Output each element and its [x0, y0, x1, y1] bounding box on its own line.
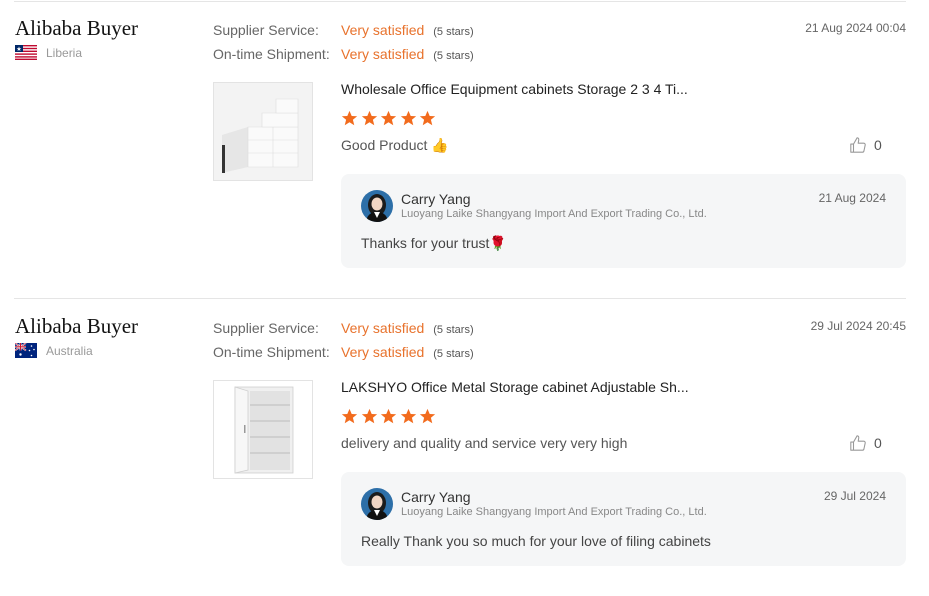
product-title-link[interactable]: LAKSHYO Office Metal Storage cabinet Adj… — [341, 379, 689, 395]
star-icon — [361, 408, 377, 424]
reply-date: 29 Jul 2024 — [823, 489, 886, 503]
review-item: Alibaba Buyer Liberia Supplier Service: … — [0, 0, 929, 298]
australia-flag-icon — [14, 342, 37, 358]
product-thumbnail[interactable] — [213, 82, 313, 181]
buyer-country: Liberia — [15, 45, 82, 60]
rating-stars-text: (5 stars) — [433, 324, 474, 336]
metal-cabinet-image — [214, 381, 312, 478]
star-rating — [341, 408, 439, 425]
rating-label: On-time Shipment: — [213, 344, 330, 360]
rating-value: Very satisfied — [341, 344, 425, 360]
rating-value: Very satisfied — [341, 46, 425, 62]
country-name: Liberia — [46, 45, 83, 60]
rating-label: Supplier Service: — [213, 22, 319, 38]
rating-stars-text: (5 stars) — [433, 348, 474, 360]
star-icon — [400, 110, 416, 126]
like-button[interactable]: 0 — [849, 434, 882, 452]
country-name: Australia — [46, 343, 93, 358]
thumbs-up-icon — [850, 137, 866, 153]
buyer-country: Australia — [14, 342, 93, 358]
product-thumbnail[interactable] — [213, 380, 313, 479]
star-icon — [341, 110, 358, 126]
filing-cabinet-image — [214, 83, 312, 180]
buyer-name: Alibaba Buyer — [15, 314, 139, 338]
seller-name: Carry Yang — [401, 489, 471, 505]
like-count: 0 — [874, 435, 882, 451]
seller-name: Carry Yang — [401, 191, 471, 207]
star-rating — [341, 110, 439, 127]
avatar — [361, 190, 393, 222]
seller-company: Luoyang Laike Shangyang Import And Expor… — [401, 208, 707, 220]
rating-value: Very satisfied — [341, 320, 425, 336]
rating-value: Very satisfied — [341, 22, 425, 38]
product-title-link[interactable]: Wholesale Office Equipment cabinets Stor… — [341, 81, 688, 97]
review-date: 29 Jul 2024 20:45 — [810, 319, 906, 333]
shipment-rating: On-time Shipment: Very satisfied (5 star… — [213, 46, 474, 62]
like-count: 0 — [874, 137, 882, 153]
like-button[interactable]: 0 — [849, 136, 882, 154]
star-icon — [419, 408, 436, 424]
seller-reply: Carry Yang Luoyang Laike Shangyang Impor… — [341, 174, 906, 268]
rating-label: On-time Shipment: — [213, 46, 330, 62]
review-comment: Good Product 👍 — [341, 137, 449, 153]
buyer-name: Alibaba Buyer — [15, 16, 139, 40]
seller-reply: Carry Yang Luoyang Laike Shangyang Impor… — [341, 472, 906, 566]
liberia-flag-icon — [15, 45, 37, 60]
star-icon — [361, 110, 377, 126]
review-date: 21 Aug 2024 00:04 — [805, 21, 906, 35]
review-comment: delivery and quality and service very ve… — [341, 435, 628, 451]
avatar — [361, 488, 393, 520]
star-icon — [400, 408, 416, 424]
rating-stars-text: (5 stars) — [433, 50, 474, 62]
star-icon — [380, 110, 397, 126]
supplier-service-rating: Supplier Service: Very satisfied (5 star… — [213, 22, 474, 38]
reply-text: Thanks for your trust🌹 — [361, 235, 507, 251]
star-icon — [341, 408, 358, 424]
rating-label: Supplier Service: — [213, 320, 319, 336]
reply-text: Really Thank you so much for your love o… — [361, 533, 711, 549]
rating-stars-text: (5 stars) — [433, 26, 474, 38]
review-item: Alibaba Buyer Australia Supplier Service… — [0, 298, 929, 596]
star-icon — [380, 408, 397, 424]
seller-company: Luoyang Laike Shangyang Import And Expor… — [401, 506, 707, 518]
star-icon — [419, 110, 436, 126]
thumbs-up-icon — [850, 435, 866, 451]
reply-date: 21 Aug 2024 — [818, 191, 886, 205]
supplier-service-rating: Supplier Service: Very satisfied (5 star… — [213, 320, 474, 336]
shipment-rating: On-time Shipment: Very satisfied (5 star… — [213, 344, 474, 360]
